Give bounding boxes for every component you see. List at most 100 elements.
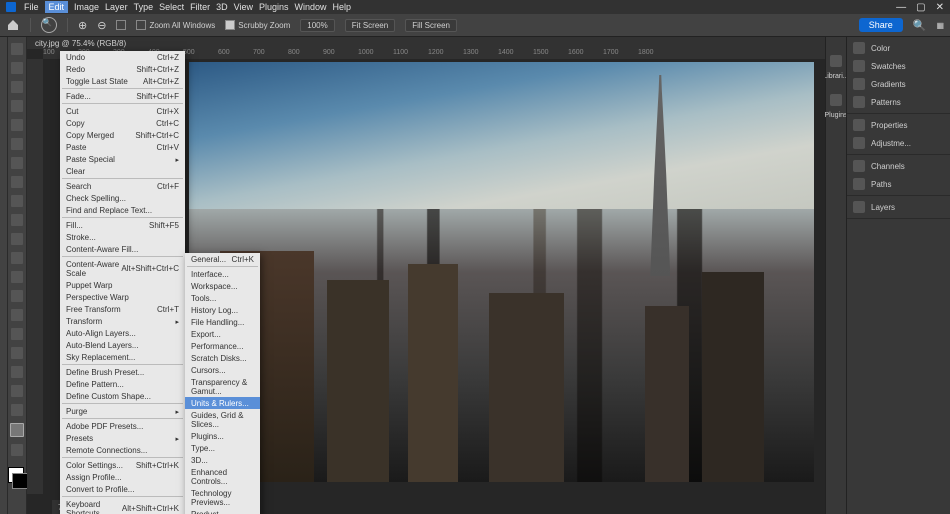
menu-item-transform[interactable]: Transform▸ [60, 315, 185, 327]
menu-edit[interactable]: Edit [45, 1, 69, 13]
panel-color[interactable]: Color [847, 39, 950, 57]
close-icon[interactable]: ✕ [936, 2, 944, 13]
pref-item--d-[interactable]: 3D... [185, 454, 260, 466]
lasso-tool[interactable] [11, 81, 23, 93]
pref-item-guides-grid-slices-[interactable]: Guides, Grid & Slices... [185, 409, 260, 430]
menu-filter[interactable]: Filter [190, 2, 210, 12]
restore-icon[interactable]: ▢ [916, 2, 925, 13]
panel-layers[interactable]: Layers [847, 198, 950, 216]
menu-item-define-pattern-[interactable]: Define Pattern... [60, 378, 185, 390]
pref-item-tools-[interactable]: Tools... [185, 292, 260, 304]
fill-screen-button[interactable]: Fill Screen [405, 19, 457, 32]
menu-3d[interactable]: 3D [216, 2, 228, 12]
pref-item-cursors-[interactable]: Cursors... [185, 364, 260, 376]
frame-tool[interactable] [11, 138, 23, 150]
menu-item-presets[interactable]: Presets▸ [60, 432, 185, 444]
panel-paths[interactable]: Paths [847, 175, 950, 193]
gradient-tool[interactable] [11, 271, 23, 283]
history-tool[interactable] [11, 233, 23, 245]
menu-item-redo[interactable]: RedoShift+Ctrl+Z [60, 63, 185, 75]
pref-item-workspace-[interactable]: Workspace... [185, 280, 260, 292]
menu-item-remote-connections-[interactable]: Remote Connections... [60, 444, 185, 456]
menu-item-undo[interactable]: UndoCtrl+Z [60, 51, 185, 63]
menu-item-search[interactable]: SearchCtrl+F [60, 180, 185, 192]
panel-gradients[interactable]: Gradients [847, 75, 950, 93]
menu-item-assign-profile-[interactable]: Assign Profile... [60, 471, 185, 483]
pref-item-export-[interactable]: Export... [185, 328, 260, 340]
brush-tool[interactable] [11, 195, 23, 207]
rect-tool[interactable] [11, 385, 23, 397]
menu-item-cut[interactable]: CutCtrl+X [60, 105, 185, 117]
menu-item-clear[interactable]: Clear [60, 165, 185, 177]
menu-item-copy-merged[interactable]: Copy MergedShift+Ctrl+C [60, 129, 185, 141]
menu-item-check-spelling-[interactable]: Check Spelling... [60, 192, 185, 204]
menu-item-puppet-warp[interactable]: Puppet Warp [60, 279, 185, 291]
menu-select[interactable]: Select [159, 2, 184, 12]
doc-tab[interactable]: city.jpg @ 75.4% (RGB/8) [27, 37, 825, 49]
hand-tool[interactable] [11, 404, 23, 416]
minimize-icon[interactable]: — [896, 2, 906, 13]
menu-image[interactable]: Image [74, 2, 99, 12]
menu-item-content-aware-scale[interactable]: Content-Aware ScaleAlt+Shift+Ctrl+C [60, 258, 185, 279]
home-icon[interactable] [6, 18, 20, 32]
menu-type[interactable]: Type [134, 2, 154, 12]
menu-item-content-aware-fill-[interactable]: Content-Aware Fill... [60, 243, 185, 255]
menu-item-define-brush-preset-[interactable]: Define Brush Preset... [60, 366, 185, 378]
menu-layer[interactable]: Layer [105, 2, 128, 12]
pref-item-scratch-disks-[interactable]: Scratch Disks... [185, 352, 260, 364]
pref-item-history-log-[interactable]: History Log... [185, 304, 260, 316]
eyedropper-tool[interactable] [11, 157, 23, 169]
menu-item-auto-align-layers-[interactable]: Auto-Align Layers... [60, 327, 185, 339]
resize-windows-checkbox[interactable] [116, 20, 126, 30]
scrubby-zoom-checkbox[interactable]: Scrubby Zoom [225, 20, 290, 30]
zoom-tool[interactable] [10, 423, 24, 437]
menu-item-color-settings-[interactable]: Color Settings...Shift+Ctrl+K [60, 459, 185, 471]
zoom-in-icon[interactable]: ⊕ [78, 19, 87, 32]
path-tool[interactable] [11, 366, 23, 378]
menu-item-paste-special[interactable]: Paste Special▸ [60, 153, 185, 165]
menu-item-define-custom-shape-[interactable]: Define Custom Shape... [60, 390, 185, 402]
eraser-tool[interactable] [11, 252, 23, 264]
pref-item-file-handling-[interactable]: File Handling... [185, 316, 260, 328]
pref-item-type-[interactable]: Type... [185, 442, 260, 454]
menu-view[interactable]: View [234, 2, 253, 12]
workspace-icon[interactable]: ▦ [936, 21, 944, 30]
menu-plugins[interactable]: Plugins [259, 2, 289, 12]
search-icon[interactable]: 🔍 [913, 19, 927, 32]
menu-item-fade-[interactable]: Fade...Shift+Ctrl+F [60, 90, 185, 102]
pen-tool[interactable] [11, 328, 23, 340]
menu-window[interactable]: Window [295, 2, 327, 12]
type-tool[interactable] [11, 347, 23, 359]
pref-item-enhanced-controls-[interactable]: Enhanced Controls... [185, 466, 260, 487]
menu-file[interactable]: File [24, 2, 39, 12]
pref-item-plugins-[interactable]: Plugins... [185, 430, 260, 442]
fit-screen-button[interactable]: Fit Screen [345, 19, 395, 32]
pref-item-general-[interactable]: General...Ctrl+K [185, 253, 260, 265]
panel-adjustme-[interactable]: Adjustme... [847, 134, 950, 152]
menu-item-stroke-[interactable]: Stroke... [60, 231, 185, 243]
pref-item-performance-[interactable]: Performance... [185, 340, 260, 352]
heal-tool[interactable] [11, 176, 23, 188]
move-tool[interactable] [11, 43, 23, 55]
zoom-out-icon[interactable]: ⊖ [97, 19, 106, 32]
menu-item-find-and-replace-text-[interactable]: Find and Replace Text... [60, 204, 185, 216]
menu-item-convert-to-profile-[interactable]: Convert to Profile... [60, 483, 185, 495]
panel-channels[interactable]: Channels [847, 157, 950, 175]
crop-tool[interactable] [11, 119, 23, 131]
menu-item-adobe-pdf-presets-[interactable]: Adobe PDF Presets... [60, 420, 185, 432]
menu-item-fill-[interactable]: Fill...Shift+F5 [60, 219, 185, 231]
panel-patterns[interactable]: Patterns [847, 93, 950, 111]
pref-item-interface-[interactable]: Interface... [185, 268, 260, 280]
panel-properties[interactable]: Properties [847, 116, 950, 134]
background-swatch[interactable] [12, 473, 28, 489]
menu-item-keyboard-shortcuts-[interactable]: Keyboard Shortcuts...Alt+Shift+Ctrl+K [60, 498, 185, 514]
menu-item-auto-blend-layers-[interactable]: Auto-Blend Layers... [60, 339, 185, 351]
menu-item-perspective-warp[interactable]: Perspective Warp [60, 291, 185, 303]
marquee-tool[interactable] [11, 62, 23, 74]
zoom-100-button[interactable]: 100% [300, 19, 334, 32]
pref-item-units-rulers-[interactable]: Units & Rulers... [185, 397, 260, 409]
menu-item-toggle-last-state[interactable]: Toggle Last StateAlt+Ctrl+Z [60, 75, 185, 87]
pref-item-technology-previews-[interactable]: Technology Previews... [185, 487, 260, 508]
share-button[interactable]: Share [859, 18, 903, 32]
zoom-tool-icon[interactable]: 🔍 [41, 17, 57, 33]
